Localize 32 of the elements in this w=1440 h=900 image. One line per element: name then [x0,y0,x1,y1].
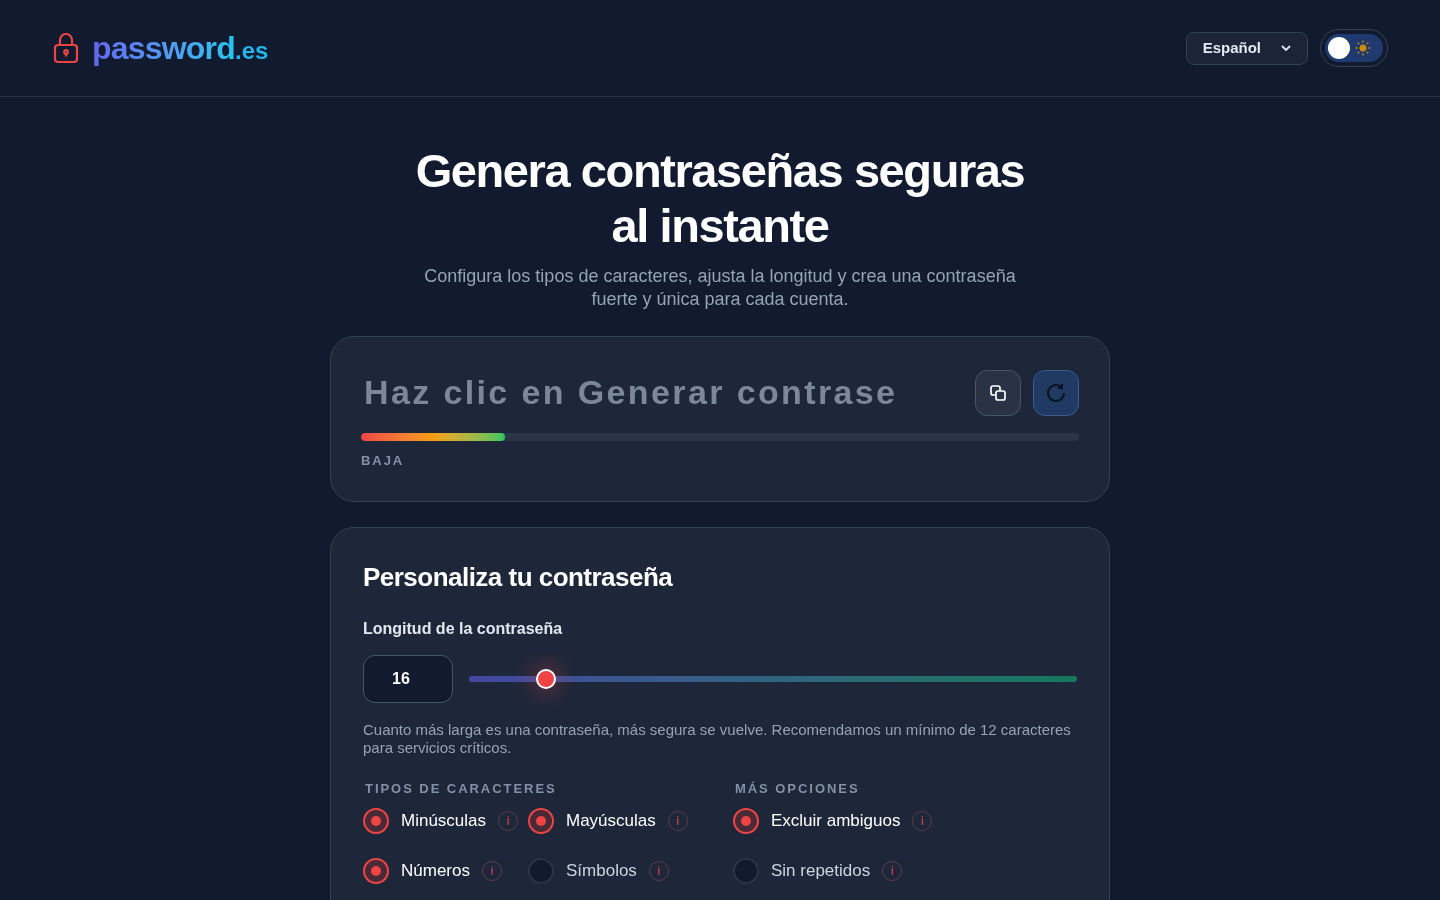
regenerate-button[interactable] [1033,369,1079,416]
copy-icon [988,382,1008,403]
option-label: Números [401,860,470,883]
strength-label: BAJA [361,452,406,470]
option-radio[interactable] [528,808,554,834]
option-radio[interactable] [733,858,759,884]
language-select[interactable]: Español [1185,31,1308,65]
option-radio[interactable] [363,858,389,884]
option-radio[interactable] [733,808,759,834]
password-output: Haz clic en Generar contrase [363,372,899,413]
theme-toggle[interactable] [1325,34,1383,62]
option-label: Mayúsculas [566,810,656,833]
option-label: Símbolos [566,860,637,883]
option-radio[interactable] [528,858,554,884]
section-heading: MÁS OPCIONES [734,779,861,798]
option-radio[interactable] [363,808,389,834]
length-hint: Cuanto más larga es una contraseña, más segura se vuelve. Recomendamos un mínimo de 12 caracteres para servicios críticos. [363,720,1072,757]
hero-title: Genera contraseñas seguras al instante [415,143,1025,253]
copy-button[interactable] [975,369,1021,416]
hero-subtitle: Configura los tipos de caracteres, ajusta la longitud y crea una contraseña fuerte y única para cada cuenta. [423,265,1017,311]
refresh-icon [1045,381,1067,404]
lock-icon [52,32,80,64]
length-input[interactable]: 16 [363,654,453,703]
section-heading: TIPOS DE CARACTERES [364,779,558,798]
sun-icon [1355,40,1371,56]
option-label: Sin repetidos [771,860,871,883]
length-slider[interactable] [469,668,1077,689]
chevron-down-icon [1281,44,1291,52]
option-label: Minúsculas [401,810,487,833]
option-label: Excluir ambiguos [771,810,901,833]
length-label: Longitud de la contraseña [363,618,564,639]
settings-title: Personaliza tu contraseña [363,560,674,594]
